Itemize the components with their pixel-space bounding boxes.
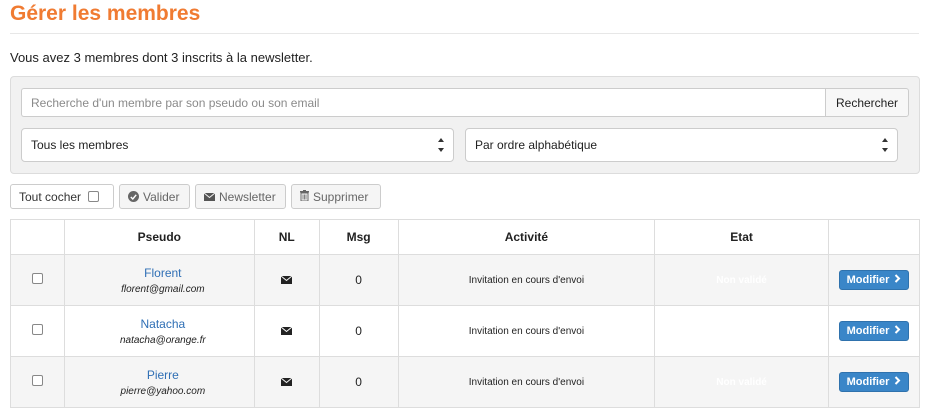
members-table: Pseudo NL Msg Activité Etat Florent flor… xyxy=(10,219,921,408)
table-row: Natacha natacha@orange.fr 0 Invitation e… xyxy=(10,305,921,357)
member-email: pierre@yahoo.com xyxy=(120,385,206,397)
envelope-icon xyxy=(280,324,293,338)
members-filter-value: Tous les membres xyxy=(31,138,129,152)
pseudo-cell: Florent florent@gmail.com xyxy=(63,254,255,306)
activity-cell: Invitation en cours d'envoi xyxy=(397,356,656,408)
sort-order-select[interactable]: Par ordre alphabétique xyxy=(465,128,898,162)
header-actions xyxy=(827,219,921,255)
header-pseudo: Pseudo xyxy=(63,219,255,255)
modify-button[interactable]: Modifier xyxy=(838,372,910,392)
modify-label: Modifier xyxy=(846,325,890,337)
activity-cell: Invitation en cours d'envoi xyxy=(397,254,656,306)
header-nl: NL xyxy=(253,219,320,255)
check-all-button[interactable]: Tout cocher xyxy=(10,184,114,209)
modify-button[interactable]: Modifier xyxy=(838,321,910,341)
envelope-icon xyxy=(203,190,216,204)
delete-label: Supprimer xyxy=(313,189,369,204)
envelope-icon xyxy=(280,273,293,287)
filter-panel: Rechercher Tous les membres Par ordre al… xyxy=(10,76,920,174)
search-input[interactable] xyxy=(21,88,825,117)
check-all-checkbox[interactable] xyxy=(88,191,100,202)
trash-icon xyxy=(300,189,309,204)
pseudo-cell: Natacha natacha@orange.fr xyxy=(63,305,255,357)
member-email: florent@gmail.com xyxy=(121,283,205,295)
member-name-link[interactable]: Natacha xyxy=(73,317,253,331)
member-name-link[interactable]: Pierre xyxy=(73,368,253,382)
member-email: natacha@orange.fr xyxy=(119,334,206,346)
member-name-link[interactable]: Florent xyxy=(73,266,253,280)
row-select-cell xyxy=(10,356,65,408)
chevron-right-icon xyxy=(894,274,901,286)
members-summary: Vous avez 3 membres dont 3 inscrits à la… xyxy=(10,50,313,65)
table-header-row: Pseudo NL Msg Activité Etat xyxy=(10,219,921,255)
check-circle-icon xyxy=(128,191,139,202)
row-checkbox[interactable] xyxy=(31,273,43,284)
header-activity: Activité xyxy=(397,219,656,255)
select-arrows-icon xyxy=(881,138,889,152)
actions-cell: Modifier xyxy=(827,305,921,357)
header-status: Etat xyxy=(654,219,829,255)
newsletter-cell xyxy=(253,305,320,357)
actions-cell: Modifier xyxy=(827,254,921,306)
status-cell: Non validé xyxy=(654,356,829,408)
row-checkbox[interactable] xyxy=(31,375,43,386)
search-button[interactable]: Rechercher xyxy=(825,88,909,117)
page-title: Gérer les membres xyxy=(10,2,201,25)
check-all-label: Tout cocher xyxy=(19,189,82,204)
newsletter-button[interactable]: Newsletter xyxy=(195,184,286,209)
status-cell: Non validé xyxy=(654,254,829,306)
modify-label: Modifier xyxy=(846,274,890,286)
table-row: Pierre pierre@yahoo.com 0 Invitation en … xyxy=(10,356,921,408)
row-select-cell xyxy=(10,254,65,306)
select-arrows-icon xyxy=(437,138,445,152)
pseudo-cell: Pierre pierre@yahoo.com xyxy=(63,356,255,408)
header-select xyxy=(10,219,65,255)
table-row: Florent florent@gmail.com 0 Invitation e… xyxy=(10,254,921,306)
delete-button[interactable]: Supprimer xyxy=(291,184,381,209)
chevron-right-icon xyxy=(894,376,901,388)
chevron-right-icon xyxy=(894,325,901,337)
validate-label: Valider xyxy=(143,189,180,204)
msg-count: 0 xyxy=(318,356,399,408)
envelope-icon xyxy=(280,375,293,389)
row-select-cell xyxy=(10,305,65,357)
newsletter-cell xyxy=(253,254,320,306)
msg-count: 0 xyxy=(318,305,399,357)
msg-count: 0 xyxy=(318,254,399,306)
header-msg: Msg xyxy=(318,219,399,255)
status-cell: Non validé xyxy=(654,305,829,357)
newsletter-label: Newsletter xyxy=(219,189,276,204)
activity-cell: Invitation en cours d'envoi xyxy=(397,305,656,357)
newsletter-cell xyxy=(253,356,320,408)
modify-button[interactable]: Modifier xyxy=(838,270,910,290)
actions-cell: Modifier xyxy=(827,356,921,408)
title-divider xyxy=(10,33,919,34)
search-group: Rechercher xyxy=(21,88,909,117)
modify-label: Modifier xyxy=(846,376,890,388)
row-checkbox[interactable] xyxy=(31,324,43,335)
sort-order-value: Par ordre alphabétique xyxy=(475,138,598,152)
members-filter-select[interactable]: Tous les membres xyxy=(21,128,454,162)
validate-button[interactable]: Valider xyxy=(119,184,190,209)
